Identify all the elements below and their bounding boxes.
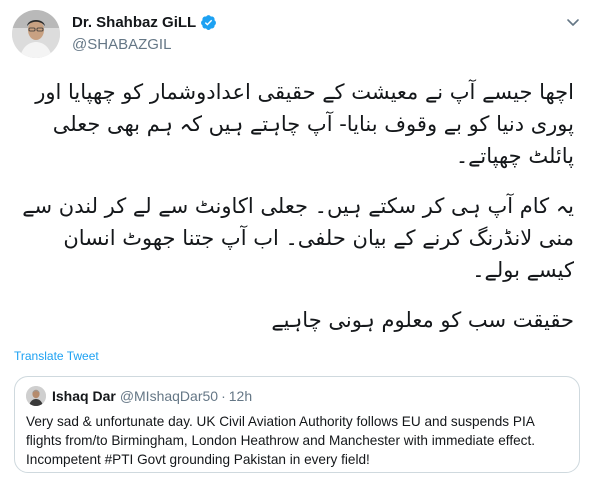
- verified-badge-icon: [200, 14, 217, 31]
- chevron-down-icon[interactable]: [565, 14, 581, 30]
- quoted-tweet-header: Ishaq Dar @MIshaqDar50 · 12h: [26, 386, 252, 406]
- quoted-timestamp: 12h: [228, 388, 253, 404]
- author-photo: [12, 10, 60, 58]
- tweet-paragraph: یہ کام آپ ہی کر سکتے ہیں۔ جعلی اکاونٹ سے…: [22, 194, 574, 282]
- quoted-tweet[interactable]: Ishaq Dar @MIshaqDar50 · 12h Very sad & …: [14, 376, 580, 473]
- author-info: Dr. Shahbaz GiLL @SHABAZGIL: [72, 12, 217, 53]
- dot-separator: ·: [221, 388, 226, 404]
- tweet-card: Dr. Shahbaz GiLL @SHABAZGIL اچھا جیسے آپ…: [0, 0, 595, 485]
- quoted-author-avatar: [26, 386, 46, 406]
- quoted-author-handle: @MIshaqDar50: [119, 388, 219, 404]
- author-name[interactable]: Dr. Shahbaz GiLL: [72, 14, 196, 31]
- author-avatar[interactable]: [12, 10, 60, 58]
- quoted-tweet-text: Very sad & unfortunate day. UK Civil Avi…: [26, 414, 536, 467]
- translate-tweet-link[interactable]: Translate Tweet: [14, 349, 99, 363]
- quoted-author-name: Ishaq Dar: [52, 388, 116, 404]
- author-handle[interactable]: @SHABAZGIL: [72, 36, 217, 53]
- author-name-row: Dr. Shahbaz GiLL: [72, 12, 217, 32]
- quoted-author-photo: [26, 386, 46, 406]
- tweet-text: اچھا جیسے آپ نے معیشت کے حقیقی اعدادوشما…: [12, 76, 574, 354]
- tweet-paragraph: حقیقت سب کو معلوم ہونی چاہیے: [271, 308, 574, 332]
- tweet-paragraph: اچھا جیسے آپ نے معیشت کے حقیقی اعدادوشما…: [35, 80, 574, 168]
